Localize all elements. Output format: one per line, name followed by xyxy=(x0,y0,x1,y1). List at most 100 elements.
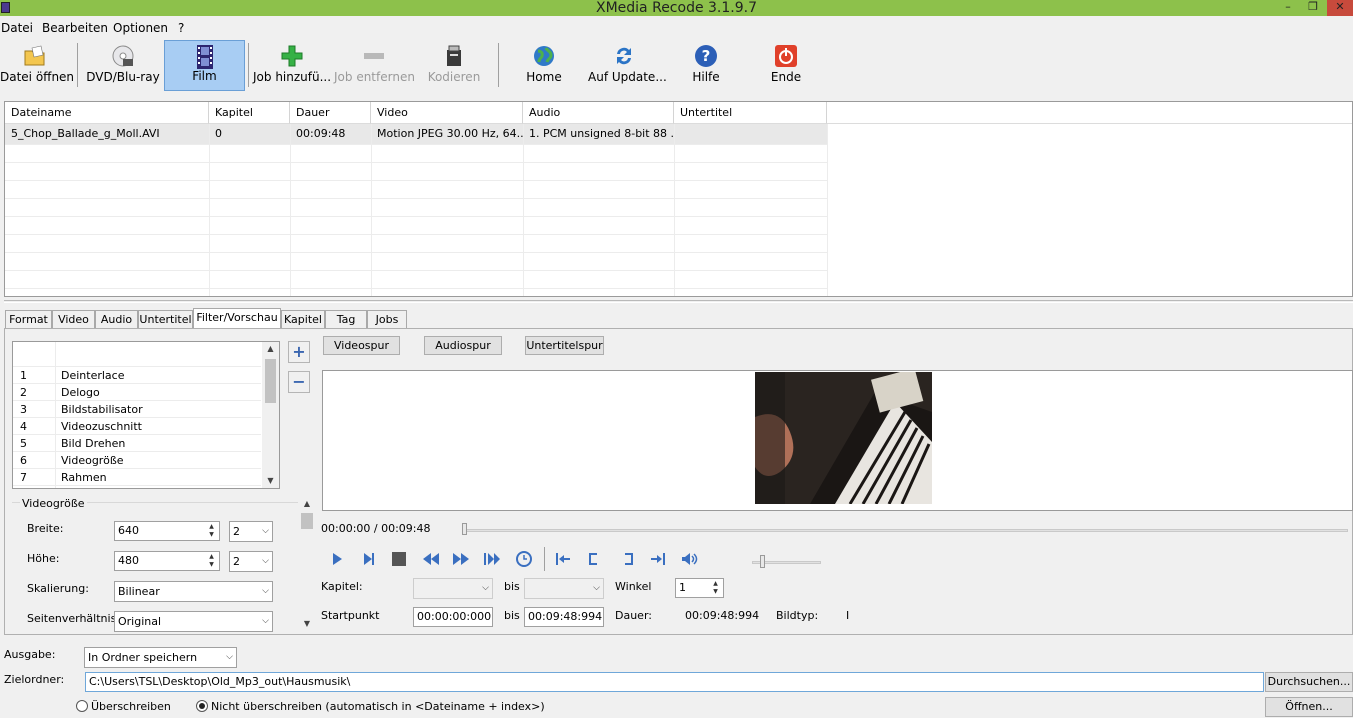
tab-subtitle[interactable]: Untertitel xyxy=(138,310,193,329)
column-header-duration[interactable]: Dauer xyxy=(290,102,371,124)
column-header-video[interactable]: Video xyxy=(371,102,523,124)
audio-track-button[interactable]: Audiospur xyxy=(424,336,502,355)
column-header-audio[interactable]: Audio xyxy=(523,102,674,124)
width-step-select[interactable]: 2 ⌵ xyxy=(229,521,273,542)
add-job-button[interactable]: Job hinzufü... xyxy=(253,40,331,91)
column-header-filename[interactable]: Dateiname xyxy=(5,102,209,124)
tab-audio[interactable]: Audio xyxy=(95,310,138,329)
update-button[interactable]: Auf Update... xyxy=(588,40,667,91)
volume-thumb[interactable] xyxy=(760,555,766,568)
subtitle-track-button[interactable]: Untertitelspur xyxy=(525,336,604,355)
height-step-select[interactable]: 2 ⌵ xyxy=(229,551,273,572)
menu-optionen[interactable]: Optionen xyxy=(113,21,168,35)
angle-field[interactable]: 1 ▲ ▼ xyxy=(675,578,724,598)
play-icon[interactable] xyxy=(326,549,348,569)
cell-audio: 1. PCM unsigned 8-bit 88 ... xyxy=(529,127,674,140)
go-to-start-mark-icon[interactable] xyxy=(552,549,574,569)
scroll-down-icon[interactable]: ▼ xyxy=(262,476,279,485)
overwrite-label: Überschreiben xyxy=(91,700,171,713)
tab-tag[interactable]: Tag xyxy=(325,310,367,329)
mark-out-icon[interactable] xyxy=(618,549,640,569)
tab-video[interactable]: Video xyxy=(52,310,95,329)
browse-button[interactable]: Durchsuchen... xyxy=(1265,672,1353,692)
stop-icon[interactable] xyxy=(388,549,410,569)
scroll-up-icon[interactable]: ▲ xyxy=(300,499,314,508)
end-field[interactable]: 00:09:48:994 xyxy=(524,607,604,627)
output-select[interactable]: In Ordner speichern ⌵ xyxy=(84,647,237,668)
clock-icon[interactable] xyxy=(513,549,535,569)
scroll-thumb[interactable] xyxy=(301,513,313,529)
list-item[interactable]: 7 Rahmen xyxy=(13,469,261,486)
add-filter-button[interactable]: + xyxy=(288,341,310,363)
volume-icon[interactable] xyxy=(679,549,701,569)
film-icon xyxy=(193,44,217,70)
time-display: 00:00:00 / 00:09:48 xyxy=(321,522,431,535)
list-item[interactable]: 4 Videozuschnitt xyxy=(13,418,261,435)
start-field[interactable]: 00:00:00:000 xyxy=(413,607,493,627)
height-spinner[interactable]: ▲ ▼ xyxy=(205,553,218,570)
list-item[interactable]: 6 Videogröße xyxy=(13,452,261,469)
file-list[interactable]: Dateiname Kapitel Dauer Video Audio Unte… xyxy=(4,101,1353,297)
tab-jobs[interactable]: Jobs xyxy=(367,310,407,329)
duration-label: Dauer: xyxy=(615,609,652,622)
tab-filter-preview[interactable]: Filter/Vorschau xyxy=(193,308,281,330)
seek-bar[interactable] xyxy=(462,529,1348,532)
target-folder-field[interactable]: C:\Users\TSL\Desktop\Old_Mp3_out\Hausmus… xyxy=(85,672,1264,692)
menu-help[interactable]: ? xyxy=(178,21,184,35)
aspect-select[interactable]: Original ⌵ xyxy=(114,611,273,632)
chapter-to-select[interactable]: ⌵ xyxy=(524,578,604,599)
scroll-up-icon[interactable]: ▲ xyxy=(262,344,279,353)
next-frame-icon[interactable] xyxy=(358,549,380,569)
table-row[interactable]: 5_Chop_Ballade_g_Moll.AVI 0 00:09:48 Mot… xyxy=(5,124,827,144)
open-folder-button[interactable]: Öffnen... xyxy=(1265,697,1353,717)
scroll-thumb[interactable] xyxy=(265,359,276,403)
splitter[interactable] xyxy=(4,300,1353,303)
chevron-down-icon: ⌵ xyxy=(262,526,269,536)
settings-scrollbar[interactable]: ▲ ▼ xyxy=(300,497,314,631)
chevron-down-icon: ⌵ xyxy=(262,556,269,566)
home-button[interactable]: Home xyxy=(516,40,572,91)
menu-datei[interactable]: Datei xyxy=(1,21,33,35)
angle-spinner[interactable]: ▲ ▼ xyxy=(709,580,722,597)
column-header-chapter[interactable]: Kapitel xyxy=(209,102,290,124)
power-icon xyxy=(774,43,798,69)
minimize-button[interactable]: – xyxy=(1277,0,1299,16)
filter-list[interactable]: 1 Deinterlace 2 Delogo 3 Bildstabilisator 4… xyxy=(12,341,280,489)
fast-forward-icon[interactable] xyxy=(450,549,472,569)
list-item[interactable]: 3 Bildstabilisator xyxy=(13,401,261,418)
video-track-button[interactable]: Videospur xyxy=(323,336,400,355)
no-overwrite-radio[interactable] xyxy=(196,700,208,712)
seek-thumb[interactable] xyxy=(462,523,467,535)
open-file-button[interactable]: Datei öffnen xyxy=(0,40,74,91)
filter-list-scrollbar[interactable]: ▲ ▼ xyxy=(262,342,279,488)
frametype-value: I xyxy=(846,609,850,622)
exit-button[interactable]: Ende xyxy=(762,40,810,91)
remove-filter-button[interactable]: − xyxy=(288,371,310,393)
maximize-button[interactable]: ❐ xyxy=(1301,0,1325,16)
list-item[interactable]: 2 Delogo xyxy=(13,384,261,401)
width-spinner[interactable]: ▲ ▼ xyxy=(205,523,218,540)
mark-in-icon[interactable] xyxy=(582,549,604,569)
remove-job-button[interactable]: Job entfernen xyxy=(334,40,415,91)
scroll-down-icon[interactable]: ▼ xyxy=(300,619,314,628)
rewind-icon[interactable] xyxy=(420,549,442,569)
tab-chapter[interactable]: Kapitel xyxy=(281,310,325,329)
menu-bearbeiten[interactable]: Bearbeiten xyxy=(42,21,108,35)
overwrite-radio[interactable] xyxy=(76,700,88,712)
height-field[interactable]: 480 ▲ ▼ xyxy=(114,551,220,571)
close-button[interactable]: ✕ xyxy=(1327,0,1353,16)
start-label: Startpunkt xyxy=(321,609,380,622)
step-forward-icon[interactable] xyxy=(481,549,503,569)
help-button[interactable]: ? Hilfe xyxy=(682,40,730,91)
width-field[interactable]: 640 ▲ ▼ xyxy=(114,521,220,541)
tab-format[interactable]: Format xyxy=(5,310,52,329)
scaling-select[interactable]: Bilinear ⌵ xyxy=(114,581,273,602)
list-item[interactable]: 5 Bild Drehen xyxy=(13,435,261,452)
chapter-from-select[interactable]: ⌵ xyxy=(413,578,493,599)
film-button[interactable]: Film xyxy=(164,40,245,91)
encode-button[interactable]: Kodieren xyxy=(420,40,488,91)
column-header-subtitle[interactable]: Untertitel xyxy=(674,102,827,124)
list-item[interactable]: 1 Deinterlace xyxy=(13,367,261,384)
go-to-end-mark-icon[interactable] xyxy=(647,549,669,569)
dvd-bluray-button[interactable]: DVD/Blu-ray xyxy=(84,40,162,91)
